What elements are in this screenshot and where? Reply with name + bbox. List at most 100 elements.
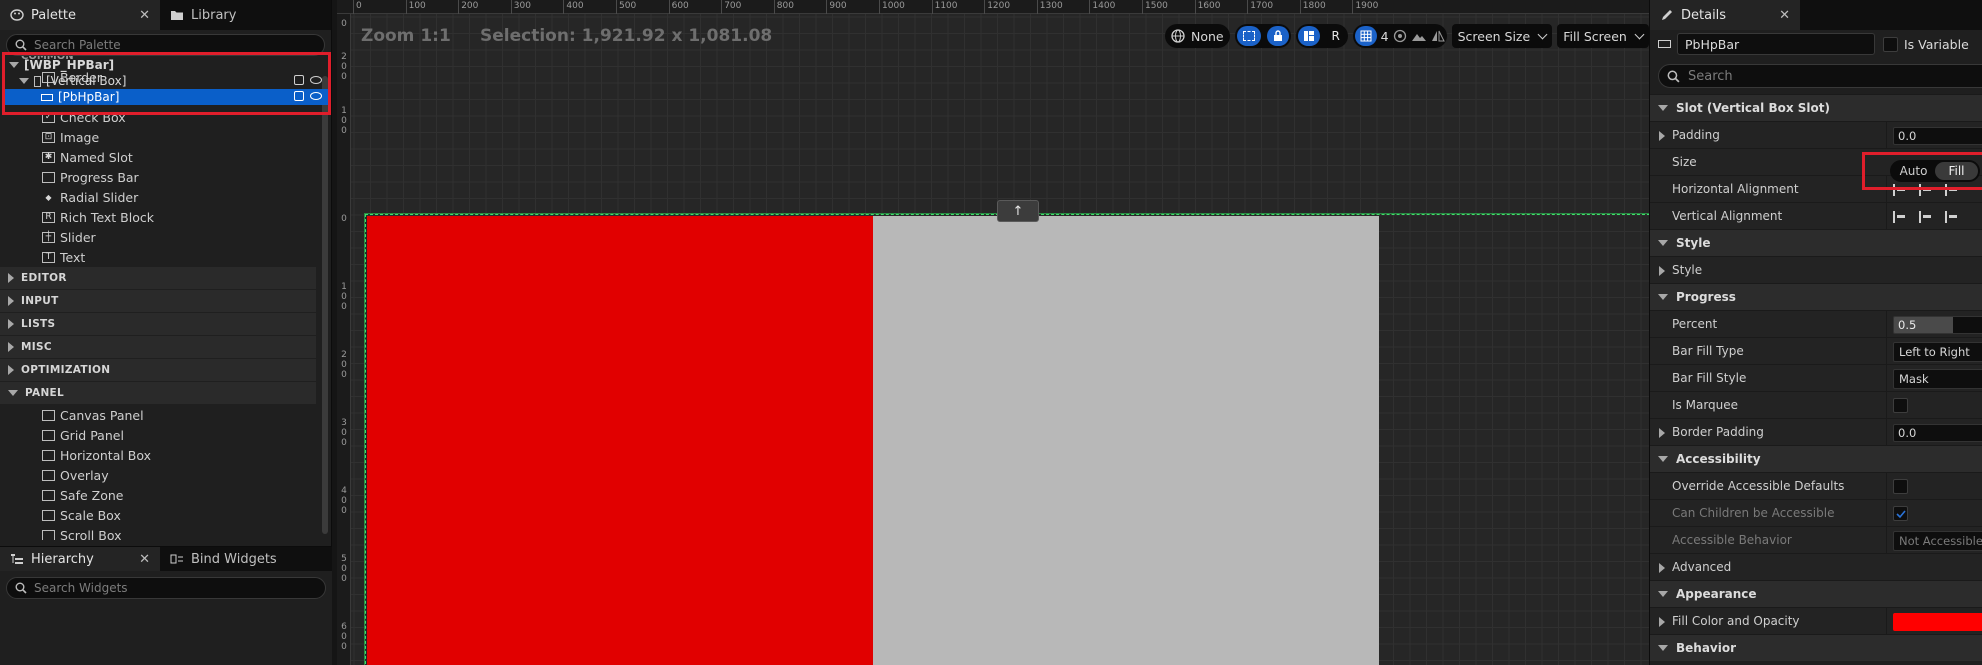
mirror-icon[interactable]	[1431, 29, 1445, 43]
palette-item[interactable]: Overlay	[0, 465, 316, 485]
eye-icon[interactable]	[310, 92, 322, 100]
hierarchy-search[interactable]: Search Widgets	[6, 577, 326, 599]
fill-color-swatch[interactable]	[1893, 612, 1982, 631]
category-lists[interactable]: LISTS	[0, 313, 316, 336]
widget-name-field[interactable]: PbHpBar	[1677, 33, 1875, 55]
border-padding-field[interactable]: 0.0	[1893, 423, 1982, 442]
close-icon[interactable]: ✕	[1779, 8, 1790, 23]
fill-screen-dropdown[interactable]: Fill Screen	[1557, 24, 1649, 48]
row-override-accessible: Override Accessible Defaults	[1650, 472, 1982, 500]
can-children-checkbox[interactable]	[1893, 506, 1908, 521]
row-padding: Padding 0.0	[1650, 121, 1982, 149]
tree-row-root[interactable]: [WBP_HPBar]	[5, 57, 328, 73]
category-input[interactable]: INPUT	[0, 290, 316, 313]
ruler-label: 1200	[987, 1, 1011, 11]
lock-icon[interactable]	[294, 91, 304, 101]
palette-item-label: Scroll Box	[60, 527, 122, 541]
ruler-tick	[879, 0, 880, 14]
lock-button[interactable]	[1266, 26, 1289, 46]
palette-item[interactable]: T Text	[0, 247, 316, 267]
tab-library[interactable]: Library	[160, 0, 246, 30]
section-behavior[interactable]: Behavior	[1650, 634, 1982, 661]
grid-pill: 4	[1352, 24, 1447, 48]
palette-item[interactable]: ┼ Slider	[0, 227, 316, 247]
close-icon[interactable]: ✕	[139, 552, 150, 567]
close-icon[interactable]: ✕	[139, 8, 150, 23]
palette-item[interactable]: Progress Bar	[0, 167, 316, 187]
palette-item[interactable]: ◆ Radial Slider	[0, 187, 316, 207]
name-row: PbHpBar Is Variable	[1650, 30, 1982, 58]
tab-palette[interactable]: Palette ✕	[0, 0, 160, 30]
ruler-tick	[1142, 0, 1143, 14]
screen-size-dropdown[interactable]: Screen Size	[1451, 24, 1553, 48]
details-search[interactable]: Search	[1658, 64, 1982, 88]
section-style[interactable]: Style	[1650, 229, 1982, 256]
align-top-icon[interactable]	[1893, 210, 1907, 223]
section-appearance[interactable]: Appearance	[1650, 580, 1982, 607]
palette-item[interactable]: Scale Box	[0, 505, 316, 525]
is-variable-checkbox[interactable]	[1883, 36, 1898, 52]
grid-snap-button[interactable]	[1354, 26, 1377, 46]
palette-item[interactable]: R Rich Text Block	[0, 207, 316, 227]
palette-item[interactable]: Safe Zone	[0, 485, 316, 505]
row-advanced[interactable]: Advanced	[1650, 553, 1982, 580]
palette-scrollbar[interactable]	[322, 76, 328, 534]
select-mode-button[interactable]	[1236, 26, 1261, 46]
palette-item[interactable]: Scroll Box	[0, 525, 316, 540]
layout-button[interactable]	[1297, 26, 1320, 46]
panel-items: Canvas Panel Grid Panel Horizontal Box Over…	[0, 405, 316, 540]
tree-row-vertical-box[interactable]: [Vertical Box]	[5, 73, 328, 89]
ruler-label: 3 0 0	[341, 418, 347, 448]
align-bottom-icon[interactable]	[1945, 210, 1959, 223]
expand-icon[interactable]	[1659, 131, 1665, 141]
palette-icon	[10, 9, 24, 21]
tab-library-label: Library	[191, 7, 237, 23]
expand-icon[interactable]	[19, 78, 29, 84]
localization-pill[interactable]: None	[1165, 24, 1230, 48]
expand-icon[interactable]	[1659, 266, 1665, 276]
palette-item[interactable]: Horizontal Box	[0, 445, 316, 465]
size-auto-option[interactable]: Auto	[1892, 162, 1935, 180]
palette-item-label: Canvas Panel	[60, 407, 144, 423]
section-progress[interactable]: Progress	[1650, 283, 1982, 310]
tab-hierarchy[interactable]: Hierarchy ✕	[0, 547, 160, 571]
eye-icon[interactable]	[310, 76, 322, 84]
grid-count[interactable]: 4	[1381, 29, 1389, 44]
align-middle-icon[interactable]	[1919, 210, 1933, 223]
override-checkbox[interactable]	[1893, 479, 1908, 494]
padding-field[interactable]: 0.0	[1893, 126, 1982, 145]
bar-fill-style-dropdown[interactable]: Mask	[1893, 368, 1982, 389]
ruler-tick	[510, 0, 512, 14]
designer-viewport[interactable]: 0 100 200 300 400 500 600 700 800 900 1000 1100 1200…	[337, 0, 1649, 665]
accessible-behavior-dropdown[interactable]: Not Accessible	[1893, 530, 1982, 551]
palette-item[interactable]: Grid Panel	[0, 425, 316, 445]
category-label: EDITOR	[21, 272, 67, 284]
percent-field[interactable]: 0.5	[1893, 315, 1982, 334]
palette-item[interactable]: ✱ Named Slot	[0, 147, 316, 167]
progress-bar-widget[interactable]	[364, 213, 1649, 665]
section-accessibility[interactable]: Accessibility	[1650, 445, 1982, 472]
palette-item[interactable]: Canvas Panel	[0, 405, 316, 425]
expand-icon[interactable]	[1659, 428, 1665, 438]
size-fill-option[interactable]: Fill	[1935, 162, 1978, 180]
expand-icon[interactable]	[1659, 617, 1665, 627]
tree-row-pbhpbar[interactable]: [PbHpBar]	[5, 89, 328, 105]
bar-fill-type-dropdown[interactable]: Left to Right	[1893, 341, 1982, 362]
category-optimization[interactable]: OPTIMIZATION	[0, 359, 316, 382]
section-slot[interactable]: Slot (Vertical Box Slot)	[1650, 94, 1982, 121]
category-panel[interactable]: PANEL	[0, 382, 316, 405]
expand-icon[interactable]	[1659, 563, 1665, 573]
is-marquee-checkbox[interactable]	[1893, 398, 1908, 413]
camera-icon[interactable]	[1393, 29, 1407, 43]
tab-bind-widgets[interactable]: Bind Widgets	[160, 547, 287, 571]
r-button[interactable]: R	[1326, 26, 1346, 46]
category-editor[interactable]: EDITOR	[0, 267, 316, 290]
lock-icon[interactable]	[294, 75, 304, 85]
category-misc[interactable]: MISC	[0, 336, 316, 359]
landscape-icon[interactable]	[1411, 29, 1427, 43]
tab-bind-widgets-label: Bind Widgets	[191, 551, 277, 567]
expand-icon[interactable]	[9, 62, 19, 68]
move-up-button[interactable]: ↑	[997, 200, 1039, 222]
tab-details[interactable]: Details ✕	[1650, 0, 1800, 30]
palette-item[interactable]: ⊡ Image	[0, 127, 316, 147]
